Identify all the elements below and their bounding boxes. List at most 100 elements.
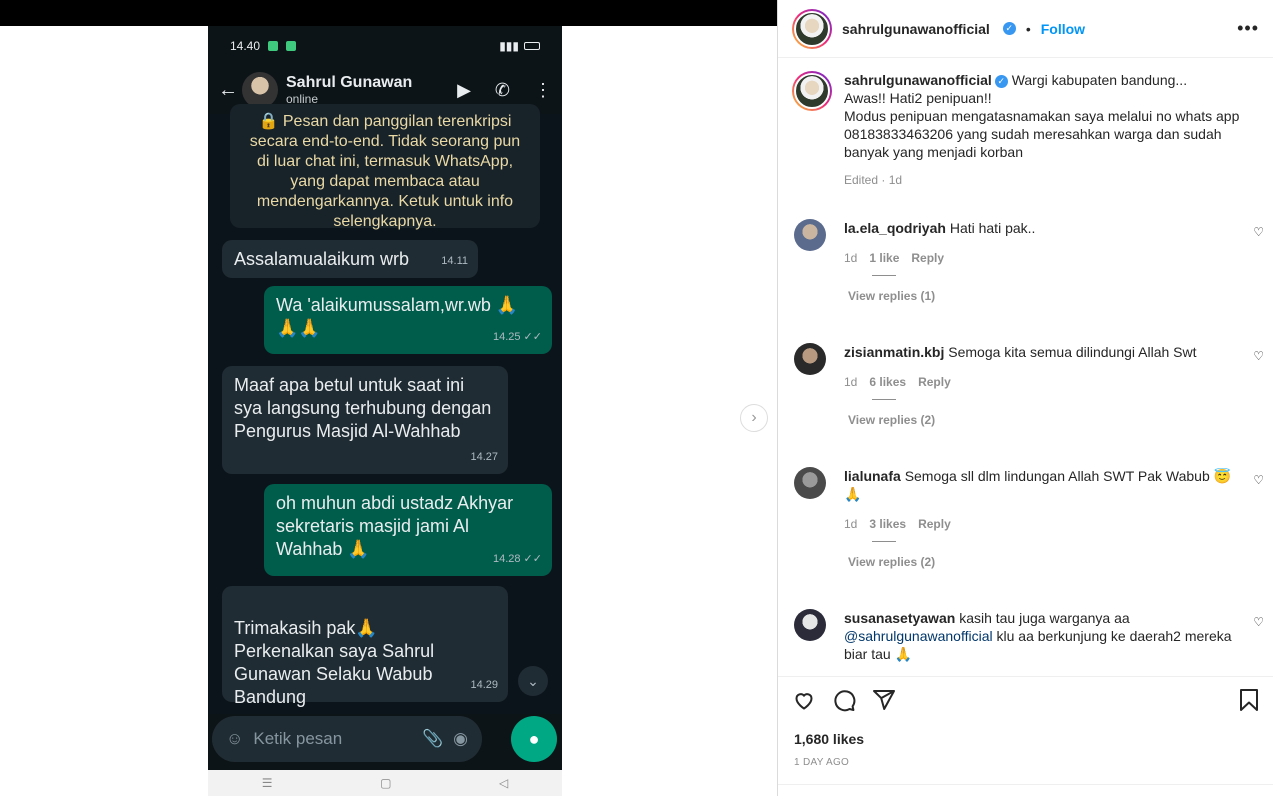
commenter-username[interactable]: zisianmatin.kbj: [844, 344, 944, 360]
message-bubble: Wa 'alaikumussalam,wr.wb 🙏🙏🙏 14.25 ✓✓: [264, 286, 552, 354]
caption-line: Modus penipuan mengatasnamakan saya mela…: [844, 108, 1240, 160]
contact-name: Sahrul Gunawan: [286, 74, 413, 91]
message-time: 14.25 ✓✓: [492, 331, 542, 343]
message-text: Assalamualaikum wrb: [234, 249, 410, 269]
follow-button[interactable]: Follow: [1041, 21, 1085, 37]
comment-body: susanasetyawan kasih tau juga warganya a…: [844, 609, 1234, 663]
like-comment-heart-icon[interactable]: ♡: [1253, 349, 1264, 363]
message-bubble: Maaf apa betul untuk saat ini sya langsu…: [222, 366, 508, 474]
comment-item: lialunafa Semoga sll dlm lindungan Allah…: [794, 467, 1264, 569]
chat-header-icons: ▶ ✆ ⋮: [457, 80, 552, 101]
attach-icon: 📎: [421, 729, 444, 748]
message-time: 14.29: [470, 679, 498, 691]
avatar-image: [794, 73, 830, 109]
comment-item: susanasetyawan kasih tau juga warganya a…: [794, 609, 1264, 663]
kebab-menu-icon: ⋮: [534, 79, 552, 100]
author-avatar[interactable]: [792, 8, 832, 49]
comment-likes[interactable]: 1 like: [869, 251, 899, 265]
author-username[interactable]: sahrulgunawanofficial: [842, 21, 990, 37]
home-icon: ▢: [380, 776, 392, 790]
comment-text: kasih tau juga warganya aa: [959, 610, 1130, 626]
message-text: Trimakasih pak🙏 Perkenalkan saya Sahrul …: [234, 618, 435, 707]
commenter-avatar[interactable]: [794, 343, 826, 375]
comment-text: Hati hati pak..: [949, 220, 1036, 236]
comment-mention-link[interactable]: @sahrulgunawanofficial: [844, 628, 993, 644]
like-heart-icon[interactable]: [792, 688, 816, 717]
comments-list[interactable]: sahrulgunawanofficial ✓ Wargi kabupaten b…: [778, 59, 1273, 676]
post-action-bar: [778, 676, 1273, 728]
reply-button[interactable]: Reply: [911, 251, 944, 265]
post-header: sahrulgunawanofficial ✓ • Follow •••: [778, 0, 1273, 58]
caption-text: sahrulgunawanofficial ✓ Wargi kabupaten b…: [844, 71, 1262, 161]
notification-icon: [268, 41, 279, 51]
like-comment-heart-icon[interactable]: ♡: [1253, 225, 1264, 239]
comment-item: la.ela_qodriyah Hati hati pak.. ♡ 1d 1 l…: [794, 219, 1264, 303]
message-text: oh muhun abdi ustadz Akhyar sekretaris m…: [276, 493, 514, 559]
whatsapp-screenshot: 14.40 ▮▮▮ ← Sahrul Gunawan online ▶ ✆ ⋮ …: [208, 26, 562, 796]
verified-badge-icon: ✓: [994, 74, 1008, 88]
comment-age: 1d: [844, 517, 858, 531]
post-details-pane: sahrulgunawanofficial ✓ • Follow ••• sah…: [777, 0, 1273, 796]
post-time-ago: 1 DAY AGO: [794, 757, 850, 768]
reply-button[interactable]: Reply: [918, 375, 951, 389]
commenter-avatar[interactable]: [794, 219, 826, 251]
commenter-username[interactable]: la.ela_qodriyah: [844, 220, 946, 236]
phone-call-icon: ✆: [494, 79, 510, 100]
view-replies-button[interactable]: View replies (2): [848, 541, 1264, 569]
share-paper-plane-icon[interactable]: [872, 688, 896, 717]
message-time: 14.28 ✓✓: [492, 553, 542, 565]
commenter-username[interactable]: susanasetyawan: [844, 610, 955, 626]
battery-icon: [524, 42, 540, 50]
like-comment-heart-icon[interactable]: ♡: [1253, 473, 1264, 487]
contact-info: Sahrul Gunawan online: [286, 74, 412, 106]
instagram-post-view: 14.40 ▮▮▮ ← Sahrul Gunawan online ▶ ✆ ⋮ …: [0, 0, 1273, 796]
avatar-image: [794, 10, 830, 47]
compose-bar: ☺ Ketik pesan 📎 ◉: [212, 716, 482, 762]
comment-bubble-icon[interactable]: [832, 688, 856, 717]
like-comment-heart-icon[interactable]: ♡: [1253, 615, 1264, 629]
view-replies-button[interactable]: View replies (2): [848, 399, 1264, 427]
comment-actions: 1d 1 like Reply: [844, 251, 1264, 265]
divider: [778, 784, 1273, 785]
caption-line: Awas!! Hati2 penipuan!!: [844, 90, 992, 106]
message-text: Wa 'alaikumussalam,wr.wb 🙏🙏🙏: [276, 295, 519, 338]
nav-back-icon: ◁: [498, 776, 509, 790]
more-options-icon[interactable]: •••: [1237, 18, 1259, 39]
message-bubble: Trimakasih pak🙏 Perkenalkan saya Sahrul …: [222, 586, 508, 707]
reply-button[interactable]: Reply: [918, 517, 951, 531]
message-bubble: oh muhun abdi ustadz Akhyar sekretaris m…: [264, 484, 552, 576]
commenter-avatar[interactable]: [794, 467, 826, 499]
save-bookmark-icon[interactable]: [1238, 688, 1260, 717]
caption-meta: Edited · 1d: [844, 173, 903, 187]
compose-placeholder: Ketik pesan: [253, 729, 343, 748]
comment-body: zisianmatin.kbj Semoga kita semua dilind…: [844, 343, 1234, 361]
microphone-icon: ●: [511, 716, 557, 762]
comment-likes[interactable]: 3 likes: [869, 517, 906, 531]
media-top-bar: [0, 0, 777, 26]
comment-item: zisianmatin.kbj Semoga kita semua dilind…: [794, 343, 1264, 427]
android-nav-bar: ☰ ▢ ◁: [208, 770, 562, 796]
post-caption: sahrulgunawanofficial ✓ Wargi kabupaten b…: [792, 71, 1262, 187]
caption-avatar[interactable]: [792, 71, 832, 111]
chevron-right-icon: ›: [751, 409, 757, 426]
chat-body: 🔒 Pesan dan panggilan terenkripsi secara…: [208, 104, 562, 714]
comment-age: 1d: [844, 375, 858, 389]
next-media-button[interactable]: ›: [740, 404, 768, 432]
commenter-username[interactable]: lialunafa: [844, 468, 901, 484]
commenter-avatar[interactable]: [794, 609, 826, 641]
signal-icon: ▮▮▮: [499, 39, 519, 53]
comment-likes[interactable]: 6 likes: [869, 375, 906, 389]
notification-icon: [286, 41, 297, 51]
likes-count[interactable]: 1,680 likes: [794, 731, 864, 747]
message-text: Maaf apa betul untuk saat ini sya langsu…: [234, 375, 492, 441]
caption-username[interactable]: sahrulgunawanofficial: [844, 72, 992, 88]
comment-text: Semoga kita semua dilindungi Allah Swt: [948, 344, 1197, 360]
comment-actions: 1d 6 likes Reply: [844, 375, 1264, 389]
message-time: 14.27: [470, 451, 498, 463]
comment-body: la.ela_qodriyah Hati hati pak..: [844, 219, 1234, 237]
view-replies-button[interactable]: View replies (1): [848, 275, 1264, 303]
contact-avatar: [242, 72, 278, 108]
comment-age: 1d: [844, 251, 858, 265]
message-bubble: Assalamualaikum wrb 14.11: [222, 240, 478, 278]
emoji-icon: ☺: [226, 729, 244, 748]
